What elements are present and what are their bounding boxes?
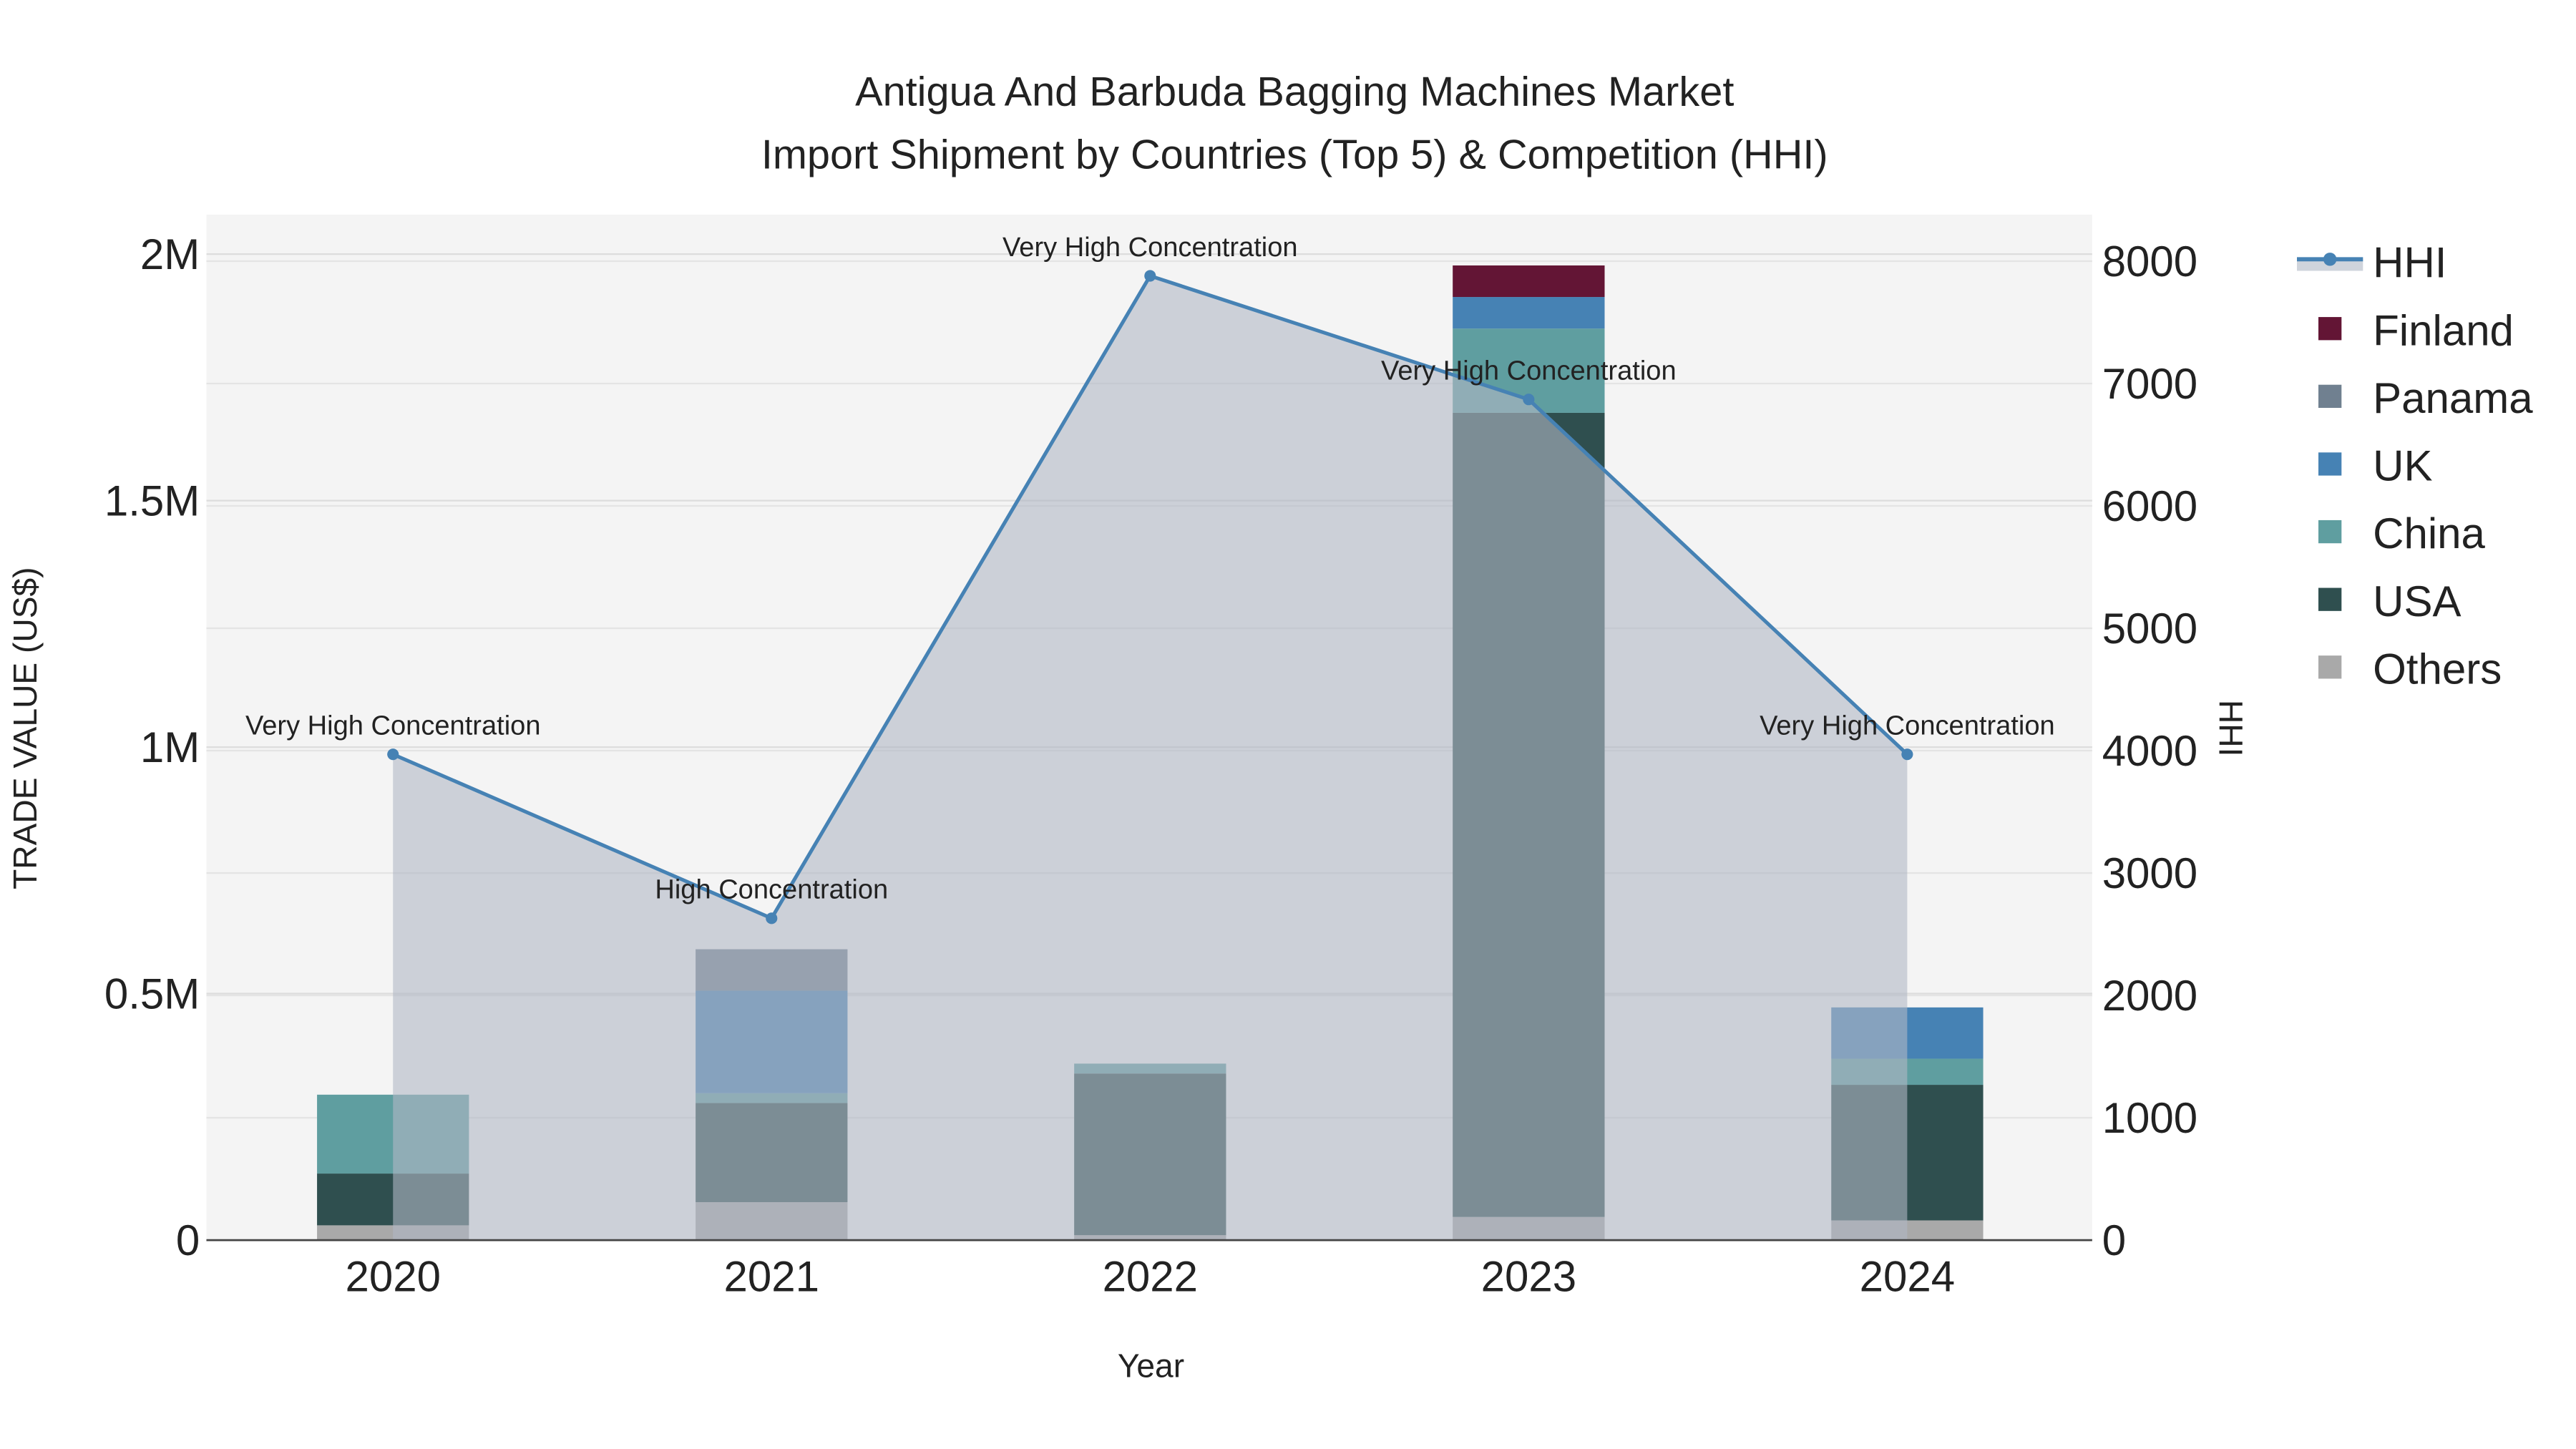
- chart-title: Antigua And Barbuda Bagging Machines Mar…: [855, 69, 1734, 115]
- legend-item-china[interactable]: China: [2318, 509, 2486, 557]
- y2-axis-title: HHI: [2212, 700, 2250, 756]
- y-tick-label: 0.5M: [104, 970, 200, 1018]
- hhi-point[interactable]: [387, 748, 399, 761]
- hhi-point[interactable]: [1144, 270, 1156, 282]
- legend-label: HHI: [2373, 239, 2446, 287]
- y2-tick-label: 5000: [2102, 605, 2197, 653]
- y-axis-title: TRADE VALUE (US$): [6, 567, 44, 889]
- bar-uk-2023[interactable]: [1453, 297, 1605, 329]
- y2-tick-label: 2000: [2102, 972, 2197, 1020]
- y2-tick-label: 0: [2102, 1216, 2126, 1264]
- hhi-point[interactable]: [1523, 394, 1535, 406]
- legend-swatch-icon: [2318, 587, 2342, 611]
- legend-label: USA: [2373, 577, 2461, 625]
- legend-item-uk[interactable]: UK: [2318, 442, 2433, 490]
- legend-item-usa[interactable]: USA: [2318, 577, 2462, 625]
- y2-tick-label: 4000: [2102, 727, 2197, 775]
- legend-swatch-icon: [2318, 519, 2342, 544]
- y2-tick-label: 1000: [2102, 1094, 2197, 1142]
- x-tick-label: 2023: [1481, 1253, 1576, 1301]
- hhi-annotation: High Concentration: [655, 875, 888, 905]
- hhi-annotation: Very High Concentration: [1002, 233, 1298, 263]
- legend-label: UK: [2373, 442, 2432, 490]
- legend-item-hhi[interactable]: HHI: [2296, 239, 2446, 287]
- hhi-point[interactable]: [1901, 748, 1913, 761]
- y2-tick-label: 6000: [2102, 482, 2197, 530]
- hhi-annotation: Very High Concentration: [245, 711, 541, 741]
- y-tick-label: 0: [176, 1216, 200, 1264]
- hhi-annotation: Very High Concentration: [1381, 356, 1677, 386]
- hhi-annotation: Very High Concentration: [1760, 711, 2055, 741]
- legend-label: Finland: [2373, 306, 2514, 354]
- legend-item-panama[interactable]: Panama: [2318, 374, 2533, 422]
- x-tick-label: 2022: [1103, 1253, 1198, 1301]
- y2-tick-label: 3000: [2102, 849, 2197, 897]
- bar-finland-2023[interactable]: [1453, 265, 1605, 298]
- y2-tick-label: 7000: [2102, 360, 2197, 408]
- y-tick-label: 2M: [140, 230, 200, 278]
- legend-item-finland[interactable]: Finland: [2318, 306, 2514, 354]
- y2-tick-label: 8000: [2102, 238, 2197, 286]
- legend-label: Others: [2373, 645, 2502, 693]
- legend-label: China: [2373, 509, 2485, 557]
- x-tick-label: 2021: [724, 1253, 819, 1301]
- hhi-point[interactable]: [766, 912, 778, 924]
- x-tick-label: 2024: [1860, 1253, 1955, 1301]
- legend: HHI Finland Panama UK China USA Others: [2296, 239, 2533, 693]
- y-tick-label: 1M: [140, 723, 200, 771]
- chart: Antigua And Barbuda Bagging Machines Mar…: [6, 69, 2533, 1385]
- legend-hhi-marker-icon: [2323, 253, 2337, 266]
- legend-swatch-icon: [2318, 384, 2342, 408]
- y-tick-label: 1.5M: [104, 477, 200, 525]
- x-axis-title: Year: [1118, 1347, 1184, 1385]
- chart-subtitle: Import Shipment by Countries (Top 5) & C…: [761, 132, 1828, 177]
- legend-swatch-icon: [2318, 452, 2342, 476]
- x-tick-label: 2020: [345, 1253, 440, 1301]
- legend-item-others[interactable]: Others: [2318, 645, 2502, 693]
- legend-label: Panama: [2373, 374, 2533, 422]
- legend-swatch-icon: [2318, 655, 2342, 679]
- legend-swatch-icon: [2318, 317, 2342, 341]
